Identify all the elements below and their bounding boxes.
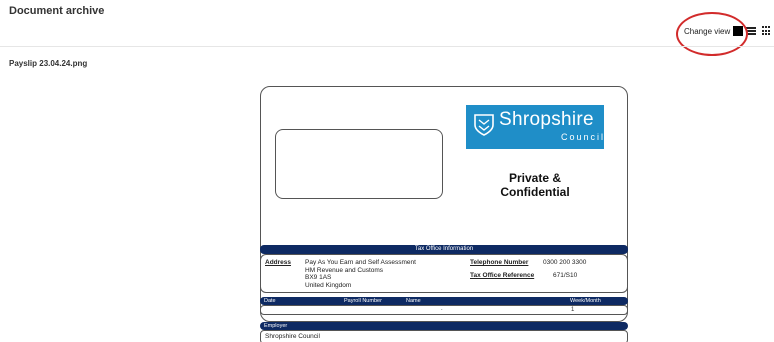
address-line: United Kingdom bbox=[305, 281, 352, 289]
address-label: Address bbox=[265, 259, 292, 266]
pay-table-header: Date Payroll Number Name Week/Month bbox=[260, 297, 628, 305]
private-confidential: Private & Confidential bbox=[466, 171, 604, 199]
toolbar bbox=[0, 24, 774, 46]
divider bbox=[0, 46, 774, 47]
logo-name: Shropshire bbox=[499, 109, 594, 130]
page-title: Document archive bbox=[9, 5, 105, 17]
tax-office-box: Address Pay As You Earn and Self Assessm… bbox=[260, 254, 628, 293]
highlight-circle bbox=[676, 12, 748, 56]
reference-label: Tax Office Reference bbox=[470, 272, 535, 279]
tax-office-header: Tax Office Information bbox=[260, 245, 628, 254]
week-month-header: Week/Month bbox=[570, 298, 601, 304]
employer-header: Employer bbox=[260, 322, 628, 330]
address-window bbox=[275, 129, 443, 199]
payroll-number-header: Payroll Number bbox=[344, 298, 382, 304]
employer-value: Shropshire Council bbox=[260, 330, 628, 342]
date-header: Date bbox=[264, 298, 276, 304]
address-line: BX9 1AS bbox=[305, 274, 332, 281]
council-shield-icon bbox=[474, 114, 494, 136]
address-lines: Pay As You Earn and Self Assessment HM R… bbox=[305, 259, 416, 289]
reference-value: 671/S10 bbox=[553, 272, 578, 279]
address-line: HM Revenue and Customs bbox=[305, 266, 384, 274]
confidential-line-1: Private & bbox=[508, 171, 562, 185]
council-logo: Shropshire Council bbox=[466, 105, 604, 149]
telephone-value: 0300 200 3300 bbox=[543, 259, 587, 266]
confidential-line-2: Confidential bbox=[500, 185, 570, 199]
name-header: Name bbox=[406, 298, 421, 304]
address-line: Pay As You Earn and Self Assessment bbox=[305, 259, 416, 266]
logo-sub: Council bbox=[561, 132, 606, 142]
pay-table-row: . 1 bbox=[260, 305, 628, 315]
file-name: Payslip 23.04.24.png bbox=[9, 59, 88, 68]
telephone-label: Telephone Number bbox=[470, 259, 529, 266]
payslip-document: Shropshire Council Private & Confidentia… bbox=[255, 82, 633, 342]
grid-view-icon[interactable] bbox=[762, 26, 772, 36]
row-separator: . bbox=[441, 306, 443, 312]
week-month-value: 1 bbox=[571, 307, 575, 313]
